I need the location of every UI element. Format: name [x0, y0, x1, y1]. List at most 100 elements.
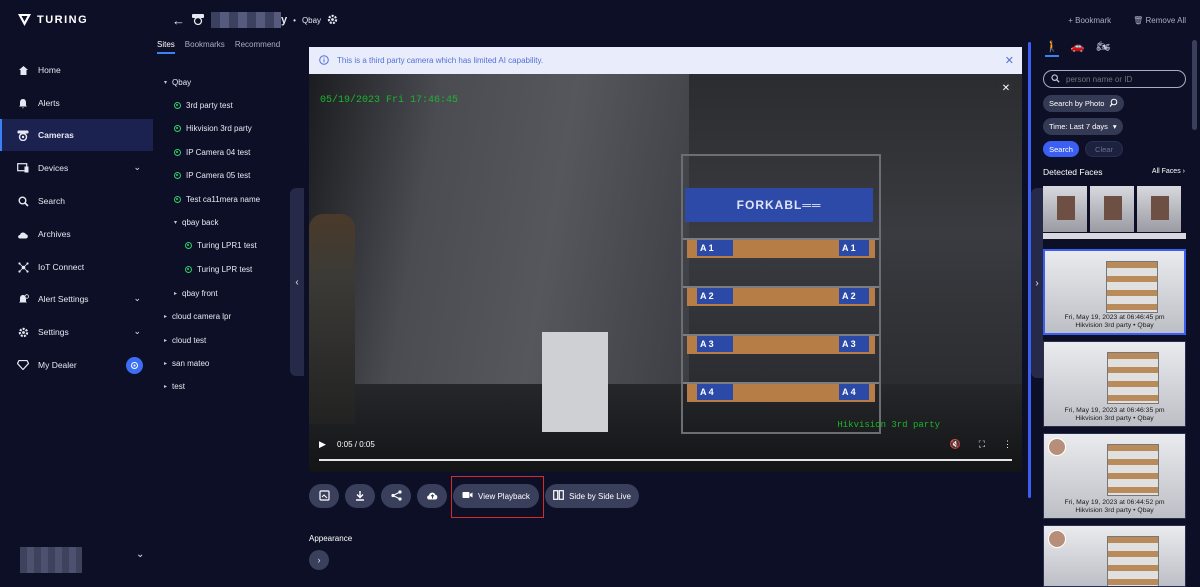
thumbnail-caption: Fri, May 19, 2023 at 06:46:35 pm Hikvisio…: [1044, 407, 1185, 423]
turing-logo[interactable]: TURING: [18, 14, 88, 26]
tree-site[interactable]: ▸ test: [164, 382, 185, 391]
detection-thumbnail[interactable]: Fri, May 19, 2023 at 06:44:52 pm Hikvisio…: [1043, 433, 1186, 519]
face-thumbnail[interactable]: [1137, 186, 1181, 232]
tree-camera[interactable]: Turing LPR test: [185, 265, 252, 274]
video-player[interactable]: A 1 A 1 A 2 A 2 A 3 A 3 A 4 A 4 FORKABL═…: [309, 74, 1022, 472]
fullscreen-icon[interactable]: ⛶: [979, 439, 985, 450]
person-search-field[interactable]: [1043, 70, 1186, 88]
detection-thumbnail[interactable]: Fri, May 19, 2023 at 06:46:35 pm Hikvisio…: [1043, 341, 1186, 427]
caret-right-icon: ▸: [164, 384, 168, 390]
download-button[interactable]: [345, 484, 375, 508]
search-by-photo-button[interactable]: Search by Photo: [1043, 95, 1125, 112]
tree-site[interactable]: ▸ san mateo: [164, 359, 209, 368]
nav-item-archives[interactable]: Archives: [0, 218, 153, 250]
remove-all-button[interactable]: 🗑 Remove All: [1133, 16, 1186, 25]
online-status-icon: [174, 196, 181, 203]
tree-group-qbay-front[interactable]: ▸ qbay front: [174, 289, 218, 298]
chevron-down-icon[interactable]: ⌄: [136, 549, 144, 560]
chevron-left-icon: ‹: [295, 276, 299, 288]
tree-site-qbay[interactable]: ▾ Qbay: [164, 78, 191, 87]
close-banner-icon[interactable]: ✕: [1005, 54, 1014, 67]
search-icon: [1051, 73, 1060, 85]
person-walk-icon[interactable]: 🚶: [1045, 40, 1059, 57]
play-icon[interactable]: ▶: [319, 439, 326, 450]
plus-icon: +: [1068, 16, 1073, 25]
video-progress-bar[interactable]: [319, 459, 1012, 461]
side-by-side-live-button[interactable]: Side by Side Live: [545, 484, 639, 508]
detection-thumbnail[interactable]: Fri, May 19, 2023 at 06:46:45 pm Hikvisio…: [1043, 249, 1186, 335]
caret-right-icon: ▸: [164, 338, 168, 344]
caret-right-icon: ▸: [164, 314, 168, 320]
nav-item-settings[interactable]: Settings ⌄: [0, 316, 153, 348]
gear-icon[interactable]: [327, 14, 338, 27]
online-status-icon: [185, 242, 192, 249]
tree-camera[interactable]: Test ca11mera name: [174, 195, 260, 204]
bullet-separator: •: [293, 15, 296, 25]
right-panel-scrollbar[interactable]: [1192, 40, 1197, 130]
nav-item-alerts[interactable]: Alerts: [0, 87, 153, 119]
nav-item-my-dealer[interactable]: My Dealer: [0, 349, 153, 381]
nav-item-iot-connect[interactable]: IoT Connect: [0, 251, 153, 283]
download-icon: [355, 490, 365, 503]
motorcycle-icon[interactable]: 🏍: [1096, 40, 1110, 57]
tab-sites[interactable]: Sites: [157, 40, 175, 54]
tree-site[interactable]: ▸ cloud camera lpr: [164, 312, 231, 321]
mute-icon[interactable]: 🔇: [949, 439, 960, 450]
nav-label-devices: Devices: [38, 163, 69, 173]
bookmark-button[interactable]: + Bookmark: [1068, 16, 1111, 25]
nav-item-home[interactable]: Home: [0, 54, 153, 86]
video-timestamp: 05/19/2023 Fri 17:46:45: [320, 95, 459, 106]
nav-item-search[interactable]: Search: [0, 185, 153, 217]
more-options-icon[interactable]: ⋮: [1003, 439, 1012, 450]
collapse-sites-button[interactable]: ‹: [290, 188, 304, 376]
dealer-badge-icon[interactable]: [126, 357, 143, 374]
expand-right-panel-button[interactable]: ›: [1031, 188, 1043, 378]
share-button[interactable]: [381, 484, 411, 508]
camera-name-blurred: [211, 12, 281, 28]
tree-camera[interactable]: IP Camera 05 test: [174, 171, 250, 180]
video-watermark: Hikvision 3rd party: [837, 420, 940, 430]
tree-site[interactable]: ▸ cloud test: [164, 336, 206, 345]
face-strip-scrollbar[interactable]: [1043, 233, 1186, 239]
close-video-icon[interactable]: ✕: [998, 80, 1014, 96]
tree-label: qbay back: [182, 218, 219, 227]
face-avatar: [1048, 438, 1066, 456]
tree-camera[interactable]: IP Camera 04 test: [174, 148, 250, 157]
tree-camera[interactable]: 3rd party test: [174, 101, 233, 110]
snapshot-button[interactable]: [309, 484, 339, 508]
face-avatar: [1048, 530, 1066, 548]
person-search-input[interactable]: [1066, 74, 1176, 84]
tree-group-qbay-back[interactable]: ▾ qbay back: [174, 218, 218, 227]
turing-logo-icon: [18, 14, 31, 26]
tab-recommend[interactable]: Recommend: [235, 40, 280, 54]
nav-label-my-dealer: My Dealer: [38, 360, 77, 370]
user-avatar-blurred[interactable]: [20, 547, 82, 573]
clear-button[interactable]: Clear: [1085, 141, 1123, 157]
face-thumbnail[interactable]: [1043, 186, 1087, 232]
tab-bookmarks[interactable]: Bookmarks: [185, 40, 225, 54]
time-filter-dropdown[interactable]: Time: Last 7 days ▾: [1043, 118, 1123, 135]
chevron-down-icon: ⌄: [133, 326, 141, 336]
search-button[interactable]: Search: [1043, 141, 1079, 157]
tree-camera[interactable]: Turing LPR1 test: [185, 241, 257, 250]
cloud-upload-button[interactable]: [417, 484, 447, 508]
nav-item-devices[interactable]: Devices ⌄: [0, 152, 153, 184]
appearance-expand-button[interactable]: ›: [309, 550, 329, 570]
tree-label: IP Camera 04 test: [186, 148, 251, 157]
camera-header: ← y • Qbay: [172, 12, 338, 28]
face-thumbnail[interactable]: [1090, 186, 1134, 232]
car-icon[interactable]: 🚗: [1071, 40, 1085, 57]
chevron-down-icon: ⌄: [133, 293, 141, 303]
tree-camera[interactable]: Hikvision 3rd party: [174, 124, 252, 133]
nav-item-alert-settings[interactable]: Alert Settings ⌄: [0, 283, 153, 315]
nav-item-cameras[interactable]: Cameras: [0, 119, 153, 151]
tree-label: 3rd party test: [186, 101, 233, 110]
highlight-box: [451, 476, 544, 518]
camera-type-icon: [191, 13, 205, 27]
back-arrow-icon[interactable]: ←: [172, 13, 185, 28]
tree-label: cloud test: [172, 336, 207, 345]
detection-thumbnail[interactable]: [1043, 525, 1186, 587]
all-faces-link[interactable]: All Faces ›: [1152, 168, 1185, 175]
tree-label: test: [172, 382, 185, 391]
caret-down-icon: ▾: [174, 220, 178, 226]
